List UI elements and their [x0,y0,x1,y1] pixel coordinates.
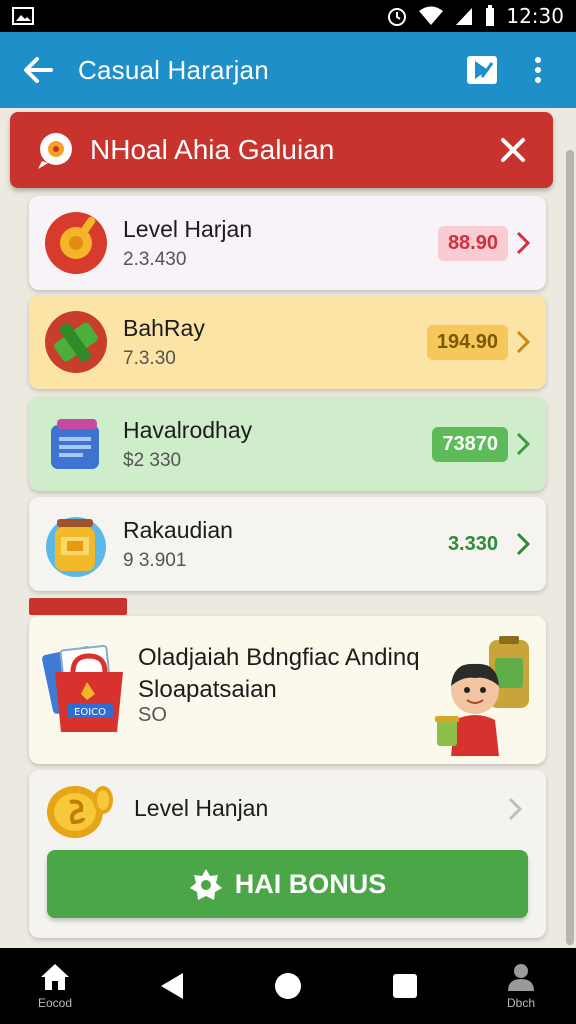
back-triangle-icon [160,973,183,999]
profile-icon [508,964,534,991]
chevron-right-icon[interactable] [506,796,524,822]
nav-home-label: Eocod [37,996,73,1010]
recents-square-icon [392,974,417,998]
nav-back[interactable] [139,951,205,1021]
nav-home[interactable]: Eocod [22,951,88,1021]
bonus-button[interactable]: HAI BONUS [47,850,528,918]
honey-jar-icon [43,511,109,577]
item-value: 194.90 [426,324,508,360]
item-value: 73870 [432,426,508,462]
item-name: Level Harjan [123,215,253,242]
item-sub: 9 3.901 [123,549,187,571]
home-circle-icon [275,973,301,999]
item-sub: 2.3.430 [123,248,187,270]
promo-card[interactable]: EOICO Oladjaiah Bdngfiac Andinq Sloapats… [29,616,546,764]
banner-title: NHoal Ahia Galuian [90,134,335,165]
more-options-button[interactable] [516,48,560,92]
chevron-right-icon [516,330,531,354]
item-name: BahRay [123,314,205,341]
gold-coin-icon [47,786,113,838]
image-icon [12,7,34,25]
promo-caption: SO [138,704,167,726]
notification-banner: NHoal Ahia Galuian [10,112,553,188]
level-card: Level Hanjan HAI BONUS [29,770,546,938]
share-button[interactable] [460,48,504,92]
list-item[interactable]: Level Harjan 2.3.430 88.90 [29,196,546,290]
chevron-right-icon [516,532,531,556]
gear-coin-icon [43,210,109,276]
promo-title: Oladjaiah Bdngfiac Andinq [138,644,420,671]
back-arrow-icon [24,57,53,83]
item-value: 88.90 [437,225,508,261]
section-tab [29,598,127,615]
share-icon [467,56,497,84]
app-title: Casual Hararjan [78,54,269,85]
status-time: 12:30 [506,4,564,28]
wifi-icon [419,6,444,25]
character-icon [435,636,529,756]
scrollbar-thumb[interactable] [566,150,574,945]
bag-label: EOICO [74,707,106,718]
green-block-icon [43,309,109,375]
promo-subtitle: Sloapatsaian [138,676,277,703]
nav-profile[interactable]: Dbch [488,951,554,1021]
star-badge-icon [189,869,222,900]
close-icon [501,138,525,162]
navigation-bar: Eocod Dbch [0,948,576,1024]
nav-recents[interactable] [372,951,438,1021]
back-button[interactable] [16,48,60,92]
close-banner-button[interactable] [495,132,531,168]
home-icon [41,964,69,990]
shopping-bag-icon: EOICO [42,645,123,732]
blue-box-icon [43,411,109,477]
chevron-right-icon [516,432,531,456]
chat-bubble-icon [38,133,72,169]
battery-icon [486,5,495,26]
list-item[interactable]: BahRay 7.3.30 194.90 [29,295,546,389]
alarm-icon [388,8,407,26]
bonus-button-label: HAI BONUS [234,868,387,899]
nav-home-circle[interactable] [255,951,321,1021]
item-name: Rakaudian [123,516,233,543]
item-value: 3.330 [447,532,498,555]
status-bar: 12:30 [0,0,576,32]
list-item[interactable]: Havalrodhay $2 330 73870 [29,397,546,491]
chevron-right-icon [516,231,531,255]
level-label[interactable]: Level Hanjan [134,795,268,822]
more-vert-icon [535,57,541,83]
item-name: Havalrodhay [123,416,253,443]
item-sub: 7.3.30 [123,347,176,369]
list-item[interactable]: Rakaudian 9 3.901 3.330 [29,497,546,591]
app-bar: Casual Hararjan [0,32,576,108]
item-sub: $2 330 [123,449,182,471]
nav-profile-label: Dbch [506,996,535,1010]
signal-icon [456,8,473,25]
